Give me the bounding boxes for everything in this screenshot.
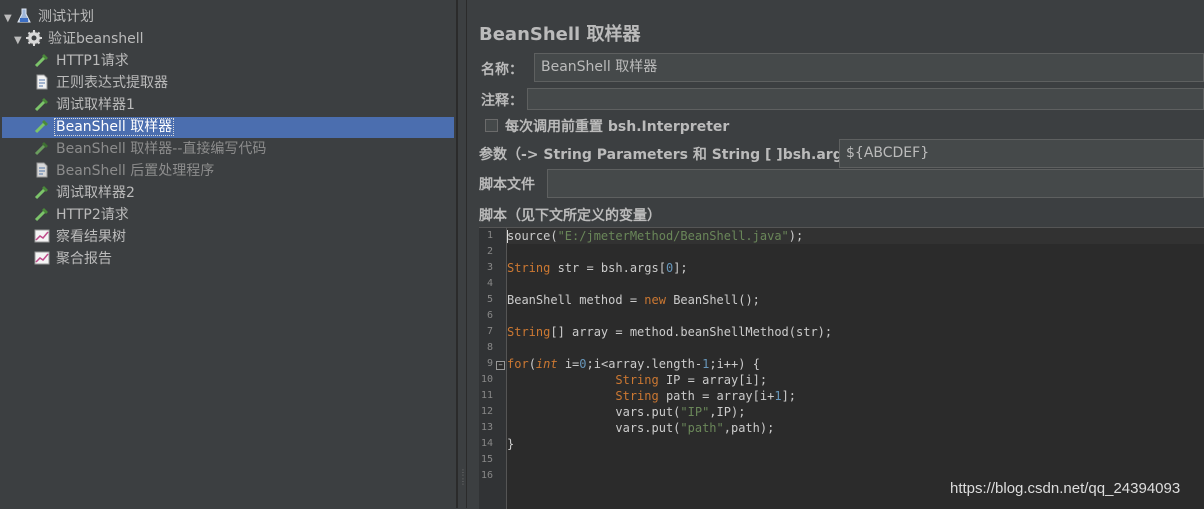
script-file-label: 脚本文件 — [479, 177, 535, 193]
line-number: 7 — [486, 326, 493, 337]
pipette-icon — [34, 186, 48, 200]
beanshell-sampler-panel: BeanShell 取样器 名称： BeanShell 取样器 注释： 每次调用… — [467, 0, 1204, 509]
tree-item-label: 验证beanshell — [48, 31, 144, 47]
code-line: String path = array[i+1]; — [615, 389, 797, 403]
line-number: 9 — [486, 358, 493, 369]
script-file-field[interactable] — [547, 169, 1204, 198]
comment-field[interactable] — [527, 88, 1204, 110]
code-line: String str = bsh.args[0]; — [507, 261, 688, 275]
line-number: 8 — [486, 342, 493, 353]
tree-item-label: HTTP1请求 — [56, 53, 129, 69]
code-line: BeanShell method = new BeanShell(); — [507, 293, 760, 307]
code-line: vars.put("IP",IP); — [507, 405, 746, 419]
tree-item-label: BeanShell 取样器--直接编写代码 — [56, 141, 267, 157]
tree-item-label: 调试取样器1 — [56, 97, 135, 113]
tree-item-label: BeanShell 取样器 — [54, 118, 175, 136]
code-line: vars.put("path",path); — [507, 421, 775, 435]
code-line: source("E:/jmeterMethod/BeanShell.java")… — [507, 229, 804, 243]
code-line: } — [507, 437, 515, 451]
document-icon — [36, 162, 48, 178]
watermark: https://blog.csdn.net/qq_24394093 — [950, 480, 1181, 497]
tree-item-test-plan[interactable]: ▼ 测试计划 — [4, 7, 96, 28]
tree-item-label: 调试取样器2 — [56, 185, 135, 201]
line-number: 10 — [480, 374, 493, 385]
tree-item-label: 正则表达式提取器 — [56, 75, 168, 91]
document-icon — [36, 74, 48, 90]
tree-item-beanshell-sampler-direct[interactable]: BeanShell 取样器--直接编写代码 — [34, 139, 268, 160]
parameters-field[interactable]: ${ABCDEF} — [839, 139, 1204, 168]
line-number: 16 — [480, 470, 493, 481]
test-plan-tree[interactable]: ▼ 测试计划 ▼ 验证beanshell HTTP1请求 正则表达式提取器 调试取样… — [0, 0, 457, 508]
line-number: 2 — [486, 246, 493, 257]
tree-item-aggregate-report[interactable]: 聚合报告 — [34, 249, 114, 270]
tree-item-label: HTTP2请求 — [56, 207, 129, 223]
pipette-icon — [34, 54, 48, 68]
graph-icon — [34, 251, 50, 265]
code-line: String[] array = method.beanShellMethod(… — [507, 325, 833, 339]
tree-item-label: 测试计划 — [38, 9, 94, 25]
pipette-icon — [34, 98, 48, 112]
tree-item-debug-sampler-1[interactable]: 调试取样器1 — [34, 95, 137, 116]
line-number: 1 — [486, 230, 493, 241]
tree-item-beanshell-sampler[interactable]: BeanShell 取样器 — [2, 117, 454, 138]
name-field[interactable]: BeanShell 取样器 — [534, 53, 1204, 82]
tree-item-label: 聚合报告 — [56, 251, 112, 267]
line-number: 4 — [486, 278, 493, 289]
line-number: 14 — [480, 438, 493, 449]
tree-item-label: BeanShell 后置处理程序 — [56, 163, 215, 179]
tree-item-thread-group[interactable]: ▼ 验证beanshell — [14, 29, 146, 50]
gear-icon — [26, 30, 42, 46]
fold-toggle-icon[interactable]: − — [496, 361, 505, 370]
tree-item-http1-request[interactable]: HTTP1请求 — [34, 51, 131, 72]
name-label: 名称： — [481, 62, 523, 78]
panel-title: BeanShell 取样器 — [479, 24, 641, 45]
tree-item-label: 察看结果树 — [56, 229, 126, 245]
code-line: String IP = array[i]; — [615, 373, 768, 387]
expand-arrow-icon[interactable]: ▼ — [4, 8, 14, 29]
line-number: 11 — [480, 390, 493, 401]
line-number: 15 — [480, 454, 493, 465]
reset-interpreter-label: 每次调用前重置 bsh.Interpreter — [505, 119, 730, 135]
line-number-gutter: 1 2 3 4 5 6 7 8 9 10 11 12 13 14 15 16 − — [479, 228, 507, 509]
comment-label: 注释： — [481, 93, 523, 109]
tree-item-http2-request[interactable]: HTTP2请求 — [34, 205, 131, 226]
line-number: 6 — [486, 310, 493, 321]
script-editor[interactable]: 1 2 3 4 5 6 7 8 9 10 11 12 13 14 15 16 −… — [479, 227, 1204, 509]
pipette-icon — [34, 120, 48, 134]
line-number: 12 — [480, 406, 493, 417]
code-line: for(int i=0;i<array.length-1;i++) { — [507, 357, 760, 371]
line-number: 5 — [486, 294, 493, 305]
graph-icon — [34, 229, 50, 243]
tree-item-regex-extractor[interactable]: 正则表达式提取器 — [34, 73, 170, 94]
script-label: 脚本（见下文所定义的变量） — [479, 208, 661, 224]
flask-icon — [17, 8, 31, 23]
pipette-icon — [34, 208, 48, 222]
line-number: 3 — [486, 262, 493, 273]
tree-item-beanshell-postprocessor[interactable]: BeanShell 后置处理程序 — [34, 161, 216, 182]
tree-item-debug-sampler-2[interactable]: 调试取样器2 — [34, 183, 137, 204]
tree-item-view-results-tree[interactable]: 察看结果树 — [34, 227, 128, 248]
line-number: 13 — [480, 422, 493, 433]
reset-interpreter-checkbox[interactable] — [485, 119, 498, 132]
pane-splitter[interactable]: ⋮⋮ ⋮⋮ — [457, 0, 474, 508]
parameters-label: 参数（-> String Parameters 和 String [ ]bsh.… — [479, 147, 866, 163]
expand-arrow-icon[interactable]: ▼ — [14, 30, 24, 51]
pipette-icon — [34, 142, 48, 156]
